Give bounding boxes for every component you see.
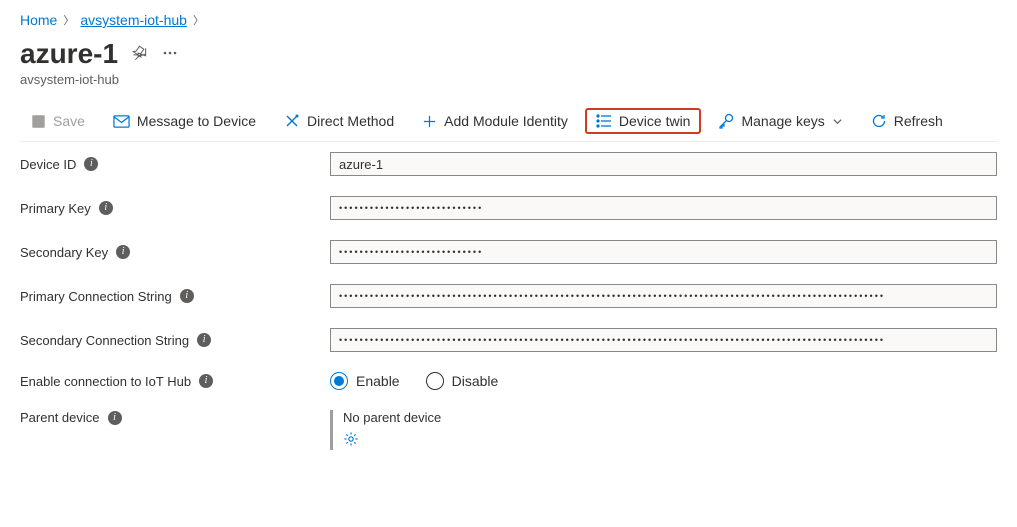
radio-unchecked-icon bbox=[426, 372, 444, 390]
save-label: Save bbox=[53, 114, 85, 128]
page-subtitle: avsystem-iot-hub bbox=[20, 72, 997, 87]
enable-label: Enable bbox=[356, 373, 400, 389]
info-icon[interactable]: i bbox=[108, 411, 122, 425]
plus-icon bbox=[422, 114, 437, 129]
direct-method-label: Direct Method bbox=[307, 114, 394, 128]
disable-radio[interactable]: Disable bbox=[426, 372, 499, 390]
more-icon[interactable] bbox=[162, 45, 178, 64]
secondary-key-label: Secondary Key bbox=[20, 245, 108, 260]
manage-keys-button[interactable]: Manage keys bbox=[707, 107, 853, 135]
toolbar: Save Message to Device Direct Method Add… bbox=[20, 101, 997, 142]
info-icon[interactable]: i bbox=[197, 333, 211, 347]
device-twin-button[interactable]: Device twin bbox=[585, 108, 702, 134]
parent-device-box: No parent device bbox=[330, 410, 997, 450]
add-module-button[interactable]: Add Module Identity bbox=[411, 108, 579, 135]
message-label: Message to Device bbox=[137, 114, 256, 128]
radio-checked-icon bbox=[330, 372, 348, 390]
save-button: Save bbox=[20, 108, 96, 135]
info-icon[interactable]: i bbox=[116, 245, 130, 259]
chevron-right-icon: 〉 bbox=[193, 12, 204, 28]
secondary-key-input[interactable] bbox=[330, 240, 997, 264]
pin-icon[interactable] bbox=[132, 45, 148, 64]
chevron-right-icon: 〉 bbox=[63, 12, 74, 28]
enable-conn-label: Enable connection to IoT Hub bbox=[20, 374, 191, 389]
gear-icon[interactable] bbox=[343, 435, 359, 450]
primary-key-input[interactable] bbox=[330, 196, 997, 220]
message-to-device-button[interactable]: Message to Device bbox=[102, 108, 267, 135]
page-title: azure-1 bbox=[20, 38, 118, 70]
primary-conn-label: Primary Connection String bbox=[20, 289, 172, 304]
device-id-input[interactable] bbox=[330, 152, 997, 176]
chevron-down-icon bbox=[832, 116, 843, 127]
manage-keys-label: Manage keys bbox=[741, 114, 824, 128]
info-icon[interactable]: i bbox=[180, 289, 194, 303]
primary-key-label: Primary Key bbox=[20, 201, 91, 216]
breadcrumb-hub[interactable]: avsystem-iot-hub bbox=[80, 12, 187, 28]
breadcrumb: Home 〉 avsystem-iot-hub 〉 bbox=[20, 10, 997, 34]
info-icon[interactable]: i bbox=[199, 374, 213, 388]
secondary-conn-input[interactable] bbox=[330, 328, 997, 352]
direct-method-icon bbox=[284, 113, 300, 129]
parent-device-value: No parent device bbox=[343, 410, 997, 425]
breadcrumb-home[interactable]: Home bbox=[20, 12, 57, 28]
parent-device-label: Parent device bbox=[20, 410, 100, 425]
refresh-label: Refresh bbox=[894, 114, 943, 128]
list-icon bbox=[596, 114, 612, 128]
device-twin-label: Device twin bbox=[619, 114, 691, 128]
info-icon[interactable]: i bbox=[84, 157, 98, 171]
info-icon[interactable]: i bbox=[99, 201, 113, 215]
refresh-icon bbox=[871, 113, 887, 129]
add-module-label: Add Module Identity bbox=[444, 114, 568, 128]
enable-radio[interactable]: Enable bbox=[330, 372, 400, 390]
key-icon bbox=[718, 113, 734, 129]
secondary-conn-label: Secondary Connection String bbox=[20, 333, 189, 348]
refresh-button[interactable]: Refresh bbox=[860, 107, 954, 135]
save-icon bbox=[31, 114, 46, 129]
direct-method-button[interactable]: Direct Method bbox=[273, 107, 405, 135]
device-id-label: Device ID bbox=[20, 157, 76, 172]
primary-conn-input[interactable] bbox=[330, 284, 997, 308]
mail-icon bbox=[113, 114, 130, 129]
disable-label: Disable bbox=[452, 373, 499, 389]
